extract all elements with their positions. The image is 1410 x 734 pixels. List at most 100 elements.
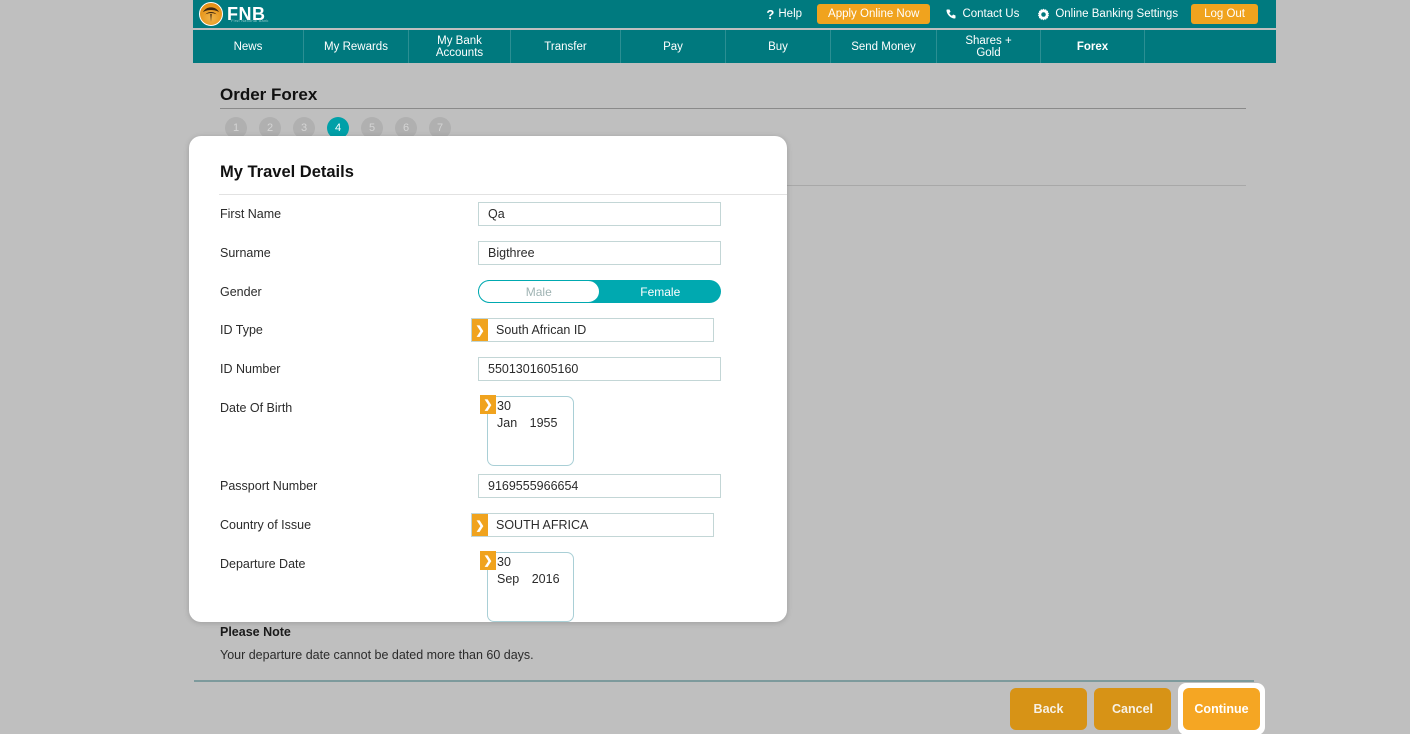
nav-item-buy[interactable]: Buy: [726, 30, 831, 63]
nav-label-pay: Pay: [663, 40, 683, 53]
tree-glyph-icon: [203, 7, 219, 22]
travel-details-form: First Name Surname Gender Male Female: [189, 202, 787, 622]
form-row-passport-number: Passport Number: [189, 474, 787, 498]
nav-label-my-rewards: My Rewards: [324, 40, 388, 53]
passport-number-label: Passport Number: [220, 479, 318, 493]
date-of-birth-picker[interactable]: ❯ 30 Jan 1955: [480, 395, 574, 466]
surname-input[interactable]: [478, 241, 721, 265]
date-of-birth-day: 30: [497, 399, 511, 413]
please-note-section: Please Note Your departure date cannot b…: [220, 625, 920, 662]
surname-field: [478, 241, 721, 265]
nav-item-forex[interactable]: Forex: [1041, 30, 1145, 63]
date-of-birth-field: ❯ 30 Jan 1955: [480, 395, 574, 466]
nav-item-send-money[interactable]: Send Money: [831, 30, 937, 63]
first-name-field: [478, 202, 721, 226]
id-number-input[interactable]: [478, 357, 721, 381]
nav-label-forex: Forex: [1076, 40, 1109, 53]
apply-online-now-label: Apply Online Now: [817, 4, 931, 24]
nav-item-shares-gold[interactable]: Shares + Gold: [937, 30, 1041, 63]
surname-label: Surname: [220, 246, 271, 260]
nav-label-buy: Buy: [768, 40, 788, 53]
help-label: Help: [778, 8, 803, 20]
form-row-first-name: First Name: [189, 202, 787, 226]
form-row-id-type: ID Type ❯ South African ID: [189, 318, 787, 342]
please-note-title: Please Note: [220, 625, 291, 639]
id-number-field: [478, 357, 721, 381]
id-type-field: ❯ South African ID: [471, 318, 714, 342]
gender-toggle[interactable]: Male Female: [478, 280, 721, 303]
nav-label-send-money: Send Money: [851, 40, 916, 53]
country-of-issue-value: SOUTH AFRICA: [496, 518, 589, 532]
country-of-issue-select[interactable]: ❯ SOUTH AFRICA: [471, 513, 714, 537]
nav-item-my-bank-accounts[interactable]: My Bank Accounts: [409, 30, 511, 63]
title-divider: [220, 108, 1246, 109]
first-name-label: First Name: [220, 207, 282, 221]
online-banking-settings-link[interactable]: Online Banking Settings: [1028, 0, 1187, 28]
gender-option-male[interactable]: Male: [478, 280, 600, 303]
country-of-issue-label: Country of Issue: [220, 518, 312, 532]
chevron-right-icon: ❯: [480, 395, 496, 414]
id-type-value: South African ID: [496, 323, 587, 337]
country-of-issue-field: ❯ SOUTH AFRICA: [471, 513, 714, 537]
continue-button[interactable]: Continue: [1183, 688, 1260, 730]
nav-item-pay[interactable]: Pay: [621, 30, 726, 63]
modal-title-divider: [219, 194, 787, 195]
departure-date-day: 30: [497, 555, 511, 569]
gender-option-female[interactable]: Female: [600, 280, 722, 303]
apply-online-now-button[interactable]: Apply Online Now: [811, 0, 936, 28]
gender-field: Male Female: [478, 280, 721, 303]
date-of-birth-label: Date Of Birth: [220, 401, 293, 415]
contact-us-link[interactable]: Contact Us: [936, 0, 1028, 28]
nav-label-transfer: Transfer: [544, 40, 587, 53]
header-utility-nav: ? Help Apply Online Now Contact Us Onlin…: [757, 0, 1262, 28]
nav-label-shares-gold-line2: Gold: [976, 46, 1001, 59]
contact-us-label: Contact Us: [962, 8, 1020, 20]
site-header: FNB First National Bank ? Help Apply Onl…: [193, 0, 1276, 28]
nav-item-my-rewards[interactable]: My Rewards: [304, 30, 409, 63]
passport-number-field: [478, 474, 721, 498]
departure-date-label: Departure Date: [220, 557, 306, 571]
form-row-date-of-birth: Date Of Birth ❯ 30 Jan 1955: [189, 395, 787, 466]
footer-divider: [194, 680, 1254, 682]
back-button[interactable]: Back: [1010, 688, 1087, 730]
departure-date-year: 2016: [531, 572, 560, 586]
departure-date-picker[interactable]: ❯ 30 Sep 2016: [480, 551, 574, 622]
nav-label-my-bank-accounts-line2: Accounts: [435, 46, 484, 59]
departure-date-month-year: Sep 2016: [497, 572, 560, 586]
form-row-id-number: ID Number: [189, 357, 787, 381]
id-type-select[interactable]: ❯ South African ID: [471, 318, 714, 342]
date-of-birth-year: 1955: [529, 416, 558, 430]
continue-button-focus-ring: Continue: [1178, 683, 1265, 734]
nav-item-news[interactable]: News: [193, 30, 304, 63]
date-of-birth-month: Jan: [497, 416, 518, 430]
main-navigation: News My Rewards My Bank Accounts Transfe…: [193, 30, 1276, 63]
departure-date-field: ❯ 30 Sep 2016: [480, 551, 574, 622]
first-name-input[interactable]: [478, 202, 721, 226]
id-number-label: ID Number: [220, 362, 281, 376]
form-row-country-of-issue: Country of Issue ❯ SOUTH AFRICA: [189, 513, 787, 537]
fnb-logo[interactable]: FNB First National Bank: [199, 1, 268, 27]
form-actions: Back Cancel Continue: [1010, 683, 1265, 734]
nav-item-transfer[interactable]: Transfer: [511, 30, 621, 63]
phone-icon: [945, 8, 957, 20]
question-mark-icon: ?: [766, 6, 775, 22]
modal-title: My Travel Details: [220, 163, 354, 181]
app-window: FNB First National Bank ? Help Apply Onl…: [0, 0, 1410, 734]
gender-label: Gender: [220, 285, 262, 299]
id-type-label: ID Type: [220, 323, 263, 337]
nav-label-news: News: [233, 40, 263, 53]
page-title: Order Forex: [220, 85, 318, 104]
chevron-right-icon: ❯: [472, 319, 488, 341]
date-of-birth-month-year: Jan 1955: [497, 416, 557, 430]
acacia-tree-logo-icon: [199, 2, 223, 26]
nav-label-shares-gold-line1: Shares +: [965, 34, 1012, 47]
form-row-departure-date: Departure Date ❯ 30 Sep 2016: [189, 551, 787, 622]
form-row-gender: Gender Male Female: [189, 280, 787, 303]
help-link[interactable]: ? Help: [757, 0, 811, 28]
nav-label-my-bank-accounts-line1: My Bank: [437, 34, 482, 47]
cancel-button[interactable]: Cancel: [1094, 688, 1171, 730]
log-out-button[interactable]: Log Out: [1187, 0, 1262, 28]
online-banking-settings-label: Online Banking Settings: [1055, 8, 1179, 20]
passport-number-input[interactable]: [478, 474, 721, 498]
